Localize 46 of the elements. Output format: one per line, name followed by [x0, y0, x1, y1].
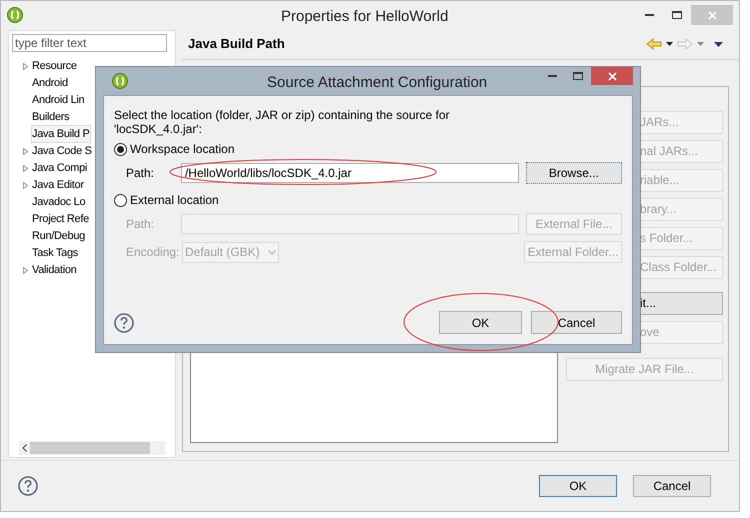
expand-arrow-icon[interactable]: [22, 266, 28, 274]
ok-button[interactable]: OK: [539, 474, 617, 497]
tree-item[interactable]: Project Refe: [31, 210, 90, 228]
close-icon[interactable]: [591, 67, 633, 85]
dialog-title: Source Attachment Configuration: [267, 73, 488, 93]
cancel-button[interactable]: Cancel: [531, 311, 622, 334]
horizontal-scrollbar[interactable]: [19, 440, 165, 455]
browse-button[interactable]: Browse...: [526, 162, 622, 184]
tree-item[interactable]: Android Lin: [31, 90, 86, 110]
tree-item[interactable]: Java Build P: [31, 124, 91, 144]
tree-item[interactable]: Resource: [31, 56, 78, 76]
chevron-down-icon: [268, 250, 276, 254]
encoding-label: Encoding:: [126, 244, 180, 261]
radio-button[interactable]: [114, 142, 127, 156]
app-icon: [112, 73, 128, 89]
help-icon[interactable]: [114, 312, 134, 332]
scroll-left-icon[interactable]: [22, 444, 27, 452]
dialog-message: Select the location (folder, JAR or zip) containing the source for 'locSDK_4.0.jar':: [114, 108, 451, 136]
path-field[interactable]: /HelloWorld/libs/locSDK_4.0.jar: [180, 163, 519, 183]
tree-item[interactable]: Javadoc Lo: [31, 192, 86, 212]
tree-item[interactable]: Android: [31, 74, 69, 92]
tree-item[interactable]: Java Code S: [31, 142, 93, 160]
tree-item[interactable]: Task Tags: [31, 244, 80, 262]
expand-arrow-icon[interactable]: [22, 62, 28, 70]
tree-item[interactable]: Run/Debug: [31, 226, 86, 246]
expand-arrow-icon[interactable]: [22, 182, 28, 189]
tree-item[interactable]: Validation: [31, 260, 78, 280]
radio-label[interactable]: External location: [130, 191, 219, 209]
view-menu-icon[interactable]: [714, 42, 723, 47]
tree-item[interactable]: Java Compi: [31, 158, 88, 178]
help-icon[interactable]: [18, 476, 38, 496]
tree-item[interactable]: Builders: [31, 108, 70, 126]
ok-button[interactable]: OK: [439, 311, 522, 334]
app-icon: [7, 7, 23, 24]
window-title: Properties for HelloWorld: [281, 7, 448, 27]
path-label: Path:: [126, 216, 156, 233]
tree-item[interactable]: Java Editor: [31, 176, 85, 194]
cancel-button[interactable]: Cancel: [633, 474, 711, 497]
filter-field[interactable]: type filter text: [12, 34, 167, 52]
dropdown-icon[interactable]: [666, 42, 673, 46]
radio-button[interactable]: [114, 194, 127, 206]
page-title: Java Build Path: [188, 35, 285, 54]
path-label: Path:: [126, 165, 156, 182]
radio-label[interactable]: Workspace location: [130, 140, 234, 158]
expand-arrow-icon[interactable]: [22, 164, 28, 172]
expand-arrow-icon[interactable]: [22, 148, 28, 155]
